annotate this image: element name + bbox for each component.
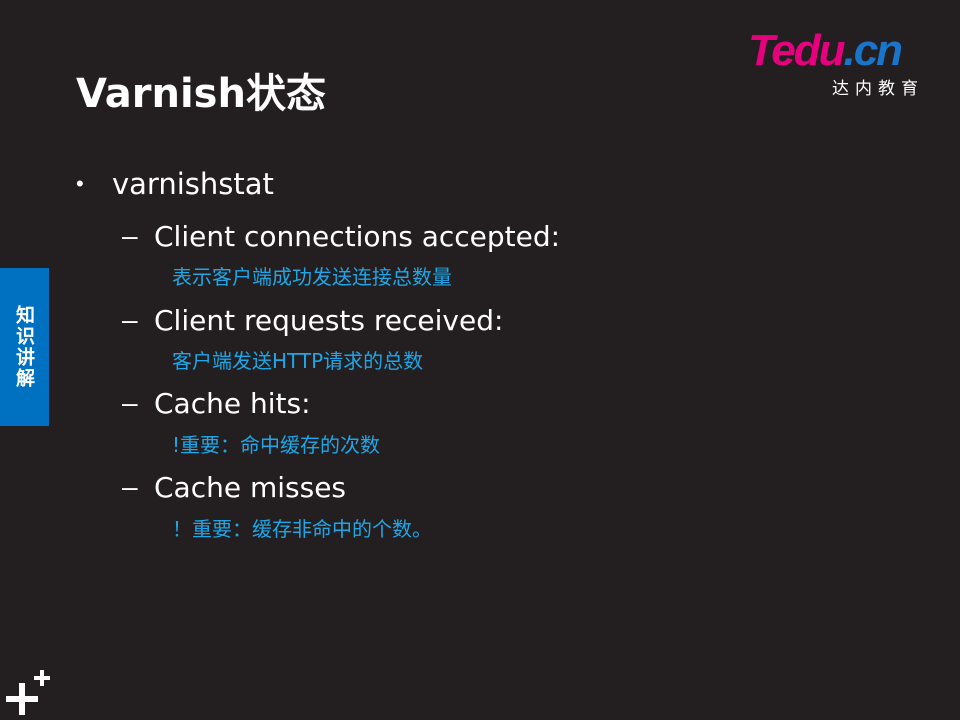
dash-icon: – <box>122 471 138 502</box>
logo-brand-suffix: .cn <box>843 26 903 75</box>
sub-item: – Cache misses <box>122 467 346 507</box>
tedu-logo: Tedu.cn 达内教育 <box>746 28 936 100</box>
sub-item-note: !重要：命中缓存的次数 <box>172 433 381 457</box>
sub-item-label: Client requests received: <box>154 303 504 337</box>
bullet-dot-icon: • <box>76 171 84 196</box>
dash-icon: – <box>122 220 138 251</box>
sub-item: – Cache hits: <box>122 383 311 423</box>
sub-item-note: 客户端发送HTTP请求的总数 <box>172 349 424 373</box>
section-tab-label: 知识讲解 <box>13 305 35 389</box>
sub-item-label: Cache hits: <box>154 386 311 420</box>
section-tab: 知识讲解 <box>0 268 49 426</box>
logo-brand-main: Tedu <box>748 26 845 75</box>
sub-item: – Client connections accepted: <box>122 216 560 256</box>
slide: Tedu.cn 达内教育 Varnish状态 知识讲解 • varnishsta… <box>0 0 960 720</box>
bullet-item: • varnishstat <box>76 164 274 204</box>
bullet-text: varnishstat <box>112 167 274 201</box>
logo-wordmark: Tedu.cn <box>748 26 903 75</box>
dash-icon: – <box>122 387 138 418</box>
sub-item-note: ！重要：缓存非命中的个数。 <box>172 517 432 541</box>
sub-item: – Client requests received: <box>122 300 503 340</box>
slide-title: Varnish状态 <box>76 71 326 117</box>
plus-decoration-icon <box>6 670 50 715</box>
logo-subtitle: 达内教育 <box>832 79 924 99</box>
sub-item-label: Client connections accepted: <box>154 219 561 253</box>
sub-item-note: 表示客户端成功发送连接总数量 <box>172 265 452 289</box>
dash-icon: – <box>122 304 138 335</box>
sub-item-label: Cache misses <box>154 470 347 504</box>
